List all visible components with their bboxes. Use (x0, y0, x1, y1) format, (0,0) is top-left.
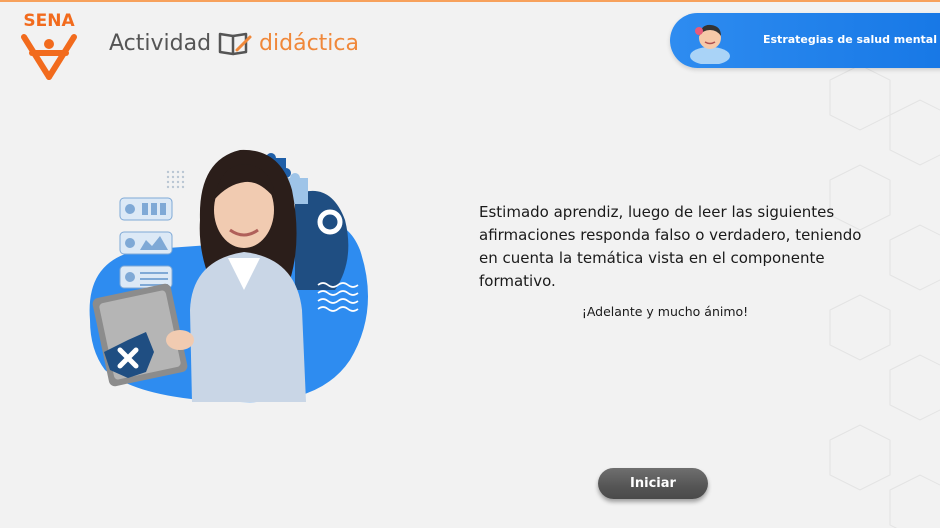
encouragement-text: ¡Adelante y mucho ánimo! (581, 304, 749, 319)
topic-badge: Estrategias de salud mental (670, 13, 940, 68)
top-accent-line (0, 0, 940, 2)
instructions-text: Estimado aprendiz, luego de leer las sig… (479, 203, 862, 290)
person-avatar-icon (690, 24, 730, 64)
book-pencil-icon (218, 32, 252, 56)
start-button[interactable]: Iniciar (598, 468, 708, 499)
sena-logo: SENA (14, 11, 84, 81)
sena-logo-icon (21, 34, 77, 80)
activity-title-word2: didáctica (259, 30, 359, 56)
activity-title-word1: Actividad (109, 30, 212, 56)
background-pattern (829, 64, 940, 528)
woman-tablet-illustration (89, 149, 368, 403)
activity-title: Actividad didáctica (109, 28, 359, 58)
topic-label: Estrategias de salud mental (763, 33, 937, 46)
